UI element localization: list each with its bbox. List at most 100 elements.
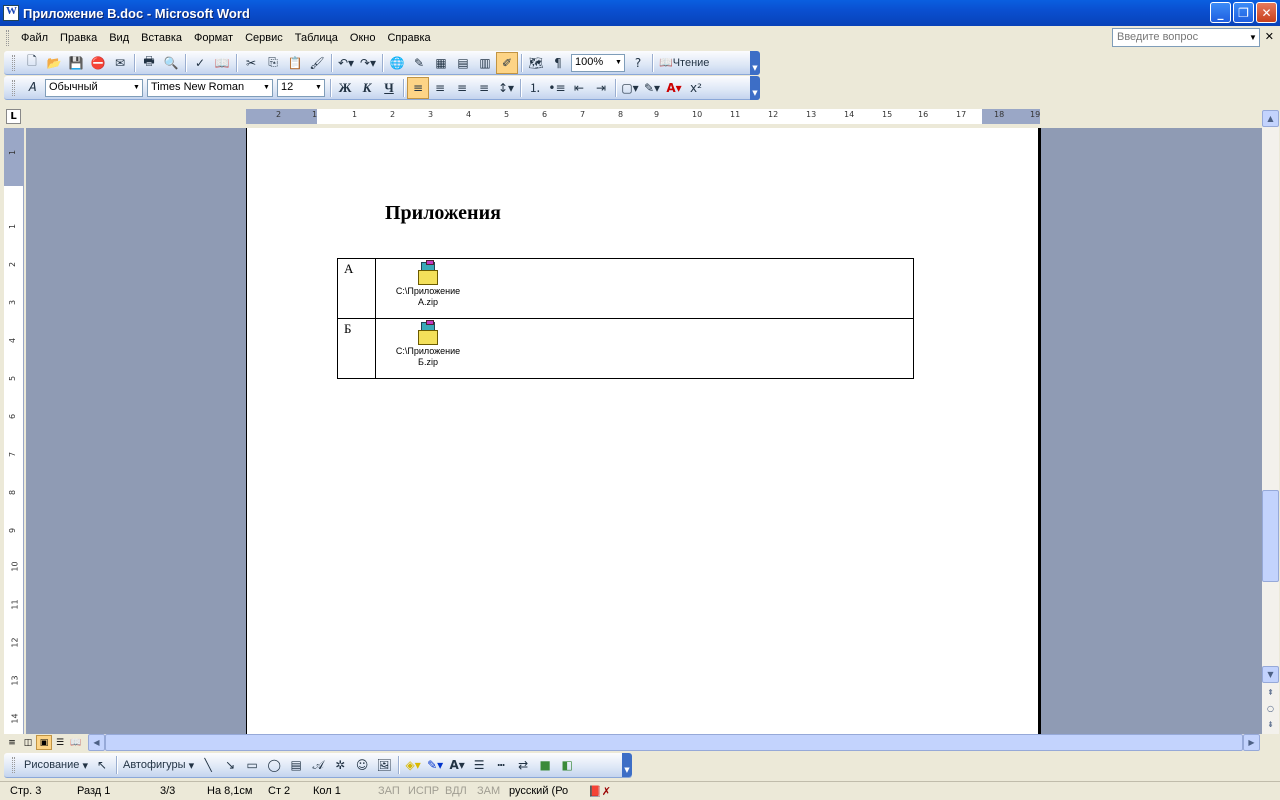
columns-icon[interactable]: ▥ [474, 52, 496, 74]
insert-excel-icon[interactable]: ▤ [452, 52, 474, 74]
fill-color-icon[interactable]: ◈▾ [402, 754, 424, 776]
menu-insert[interactable]: Вставка [135, 30, 188, 46]
cut-icon[interactable]: ✂ [240, 52, 262, 74]
research-icon[interactable]: 📖 [211, 52, 233, 74]
document-heading[interactable]: Приложения [385, 202, 501, 225]
horizontal-scroll-thumb[interactable] [105, 734, 1243, 751]
status-overtype[interactable]: ЗАМ [477, 785, 500, 797]
copy-icon[interactable]: ⎘ [262, 52, 284, 74]
align-center-icon[interactable]: ≡ [429, 77, 451, 99]
line-style-icon[interactable]: ☰ [468, 754, 490, 776]
shadow-style-icon[interactable]: ■ [534, 754, 556, 776]
outline-view-icon[interactable]: ☰ [52, 735, 68, 750]
toolbar-options-icon[interactable]: ▼ [622, 753, 632, 777]
table-cell-object[interactable]: C:\Приложение А.zip [375, 258, 914, 319]
toolbar-grip[interactable] [12, 79, 15, 96]
help-icon[interactable]: ? [627, 52, 649, 74]
document-canvas[interactable]: Приложения А C:\Приложение А.zip Б C:\Пр… [26, 128, 1262, 734]
restore-button[interactable]: ❐ [1233, 2, 1254, 23]
decrease-indent-icon[interactable]: ⇤ [568, 77, 590, 99]
arrow-style-icon[interactable]: ⇄ [512, 754, 534, 776]
chevron-down-icon[interactable]: ▼ [131, 79, 142, 96]
table-cell-label[interactable]: Б [337, 318, 376, 379]
insert-table-icon[interactable]: ▦ [430, 52, 452, 74]
font-size-select[interactable]: 12 ▼ [277, 78, 325, 97]
3d-style-icon[interactable]: ◧ [556, 754, 578, 776]
italic-button[interactable]: К [356, 77, 378, 99]
embedded-package-object[interactable]: C:\Приложение А.zip [392, 260, 464, 308]
bold-button[interactable]: Ж [334, 77, 356, 99]
select-objects-icon[interactable]: ↖ [91, 754, 113, 776]
picture-icon[interactable]: 🖼 [373, 754, 395, 776]
vertical-ruler[interactable]: 1 1 2 3 4 5 6 7 8 9 10 11 12 13 14 [4, 128, 24, 734]
spelling-status-icon[interactable]: 📕✗ [588, 785, 611, 798]
font-select[interactable]: Times New Roman ▼ [147, 78, 273, 97]
line-spacing-icon[interactable]: ↕▾ [495, 77, 517, 99]
style-select[interactable]: Обычный ▼ [45, 78, 143, 97]
print-layout-icon[interactable]: ▣ [36, 735, 52, 750]
document-close-icon[interactable]: ✕ [1265, 30, 1274, 43]
document-page[interactable]: Приложения А C:\Приложение А.zip Б C:\Пр… [246, 128, 1041, 734]
word-app-icon[interactable] [3, 5, 19, 21]
chevron-down-icon[interactable]: ▼ [261, 79, 272, 96]
dash-style-icon[interactable]: ┅ [490, 754, 512, 776]
appendix-table[interactable]: А C:\Приложение А.zip Б C:\Приложение Б.… [337, 258, 914, 379]
read-mode-button[interactable]: 📖 Чтение [656, 52, 712, 74]
drawing-icon[interactable]: ✐ [496, 51, 518, 74]
email-icon[interactable]: ✉ [109, 52, 131, 74]
rectangle-icon[interactable]: ▭ [241, 754, 263, 776]
oval-icon[interactable]: ◯ [263, 754, 285, 776]
scroll-right-icon[interactable]: ▶ [1243, 734, 1260, 751]
status-extend[interactable]: ВДЛ [445, 785, 467, 797]
font-color-icon[interactable]: A▾ [446, 754, 468, 776]
spelling-icon[interactable]: ✓ [189, 52, 211, 74]
menu-format[interactable]: Формат [188, 30, 239, 46]
show-hide-icon[interactable]: ¶ [547, 52, 569, 74]
menu-edit[interactable]: Правка [54, 30, 103, 46]
chevron-down-icon[interactable]: ▼ [313, 79, 324, 96]
align-right-icon[interactable]: ≡ [451, 77, 473, 99]
undo-icon[interactable]: ↶▾ [335, 52, 357, 74]
increase-indent-icon[interactable]: ⇥ [590, 77, 612, 99]
styles-pane-icon[interactable]: 𝐴 [21, 77, 43, 99]
vertical-scroll-thumb[interactable] [1262, 490, 1279, 582]
paste-icon[interactable]: 📋 [284, 52, 306, 74]
hyperlink-icon[interactable]: 🌐 [386, 52, 408, 74]
toolbar-grip[interactable] [12, 757, 15, 773]
line-icon[interactable]: ╲ [197, 754, 219, 776]
select-browse-object-icon[interactable]: ○ [1262, 700, 1279, 717]
autoshapes-button[interactable]: Автофигуры ▾ [120, 754, 197, 776]
arrow-icon[interactable]: ↘ [219, 754, 241, 776]
wordart-icon[interactable]: 𝒜 [307, 754, 329, 776]
open-folder-icon[interactable]: 📂 [43, 52, 65, 74]
toolbar-options-icon[interactable]: ▼ [750, 51, 760, 75]
status-track-changes[interactable]: ИСПР [408, 785, 439, 797]
menu-help[interactable]: Справка [381, 30, 436, 46]
menu-view[interactable]: Вид [103, 30, 135, 46]
draw-menu-button[interactable]: Рисование ▾ [21, 754, 91, 776]
scroll-left-icon[interactable]: ◀ [88, 734, 105, 751]
permission-icon[interactable]: ⛔ [87, 52, 109, 74]
font-color-icon[interactable]: A▾ [663, 77, 685, 99]
vertical-scrollbar[interactable]: ▲ ▼ ⇞ ○ ⇟ [1262, 110, 1279, 734]
normal-view-icon[interactable]: ≡ [4, 735, 20, 750]
reading-view-icon[interactable]: 📖 [68, 735, 84, 750]
menu-table[interactable]: Таблица [289, 30, 344, 46]
toolbar-options-icon[interactable]: ▼ [750, 76, 760, 100]
menu-window[interactable]: Окно [344, 30, 382, 46]
horizontal-scrollbar[interactable]: ◀ ▶ [88, 734, 1260, 751]
chevron-down-icon[interactable]: ▼ [613, 54, 624, 71]
scroll-down-icon[interactable]: ▼ [1262, 666, 1279, 683]
bullets-icon[interactable]: •≡ [546, 77, 568, 99]
numbering-icon[interactable]: ⒈ [524, 77, 546, 99]
document-map-icon[interactable]: 🗺 [525, 52, 547, 74]
table-cell-object[interactable]: C:\Приложение Б.zip [375, 318, 914, 379]
zoom-select[interactable]: 100% ▼ [571, 53, 625, 72]
table-cell-label[interactable]: А [337, 258, 376, 319]
new-document-icon[interactable]: 🗋 [21, 52, 43, 74]
embedded-package-object[interactable]: C:\Приложение Б.zip [392, 320, 464, 368]
clip-art-icon[interactable]: ☺ [351, 754, 373, 776]
status-language[interactable]: русский (Ро [509, 785, 568, 797]
menu-grip[interactable] [6, 30, 9, 46]
tab-selector-icon[interactable]: L [6, 109, 21, 124]
